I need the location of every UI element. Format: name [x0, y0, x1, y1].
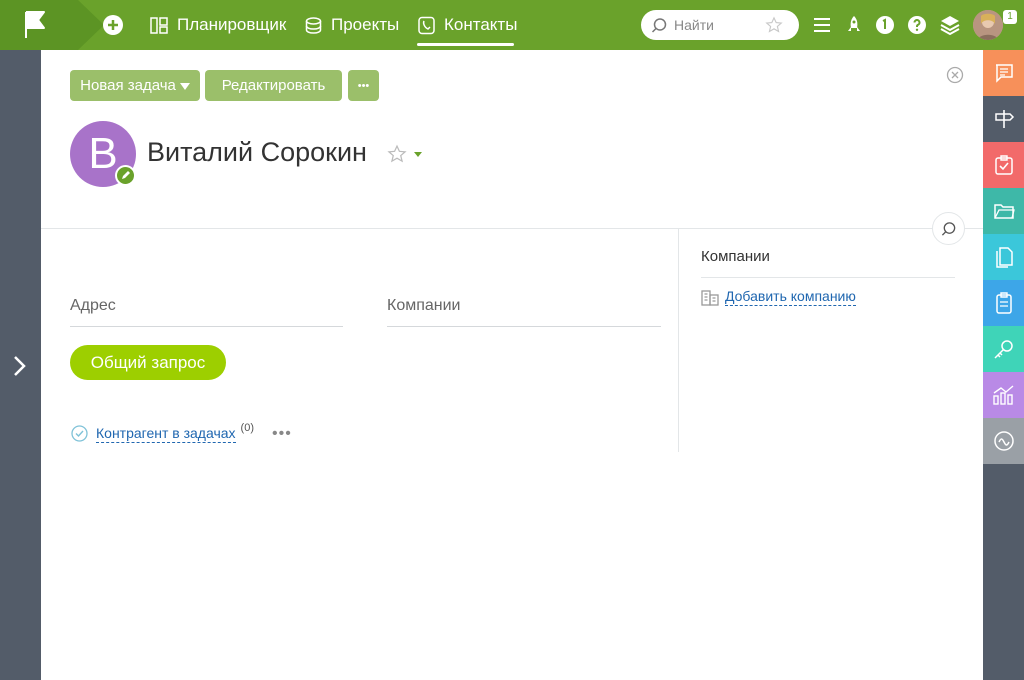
chat-icon: [995, 64, 1013, 83]
address-label: Адрес: [70, 297, 116, 314]
nav-item-planner[interactable]: Планировщик: [150, 0, 286, 50]
new-task-label: Новая задача: [80, 77, 176, 94]
column-divider: [678, 228, 679, 452]
counterparty-more-button[interactable]: •••: [272, 425, 292, 443]
clipboard-icon: [995, 292, 1012, 314]
menu-icon[interactable]: [810, 13, 834, 37]
add-icon[interactable]: [101, 13, 125, 37]
logo[interactable]: [0, 0, 104, 50]
documents-icon: [995, 247, 1013, 268]
side-companies-title: Компании: [701, 248, 770, 265]
add-company-row[interactable]: Добавить компанию: [701, 288, 856, 306]
side-divider: [701, 277, 955, 278]
projects-icon: [305, 16, 322, 34]
caret-down-icon: [179, 82, 190, 90]
nav-label: Проекты: [331, 15, 400, 34]
avatar-initial: В: [88, 129, 118, 178]
active-tab-indicator: [417, 43, 514, 46]
check-circle-icon: [71, 425, 88, 442]
edit-button[interactable]: Редактировать: [205, 70, 342, 101]
wave-icon: [993, 431, 1014, 451]
more-label: •••: [357, 79, 370, 92]
top-bar: Планировщик Проекты Контакты Найти 1: [0, 0, 1024, 50]
planner-icon: [150, 16, 168, 34]
contacts-icon: [418, 16, 435, 34]
counterparty-count: (0): [240, 421, 254, 434]
rail-tab-key[interactable]: [983, 326, 1024, 372]
chevron-right-icon[interactable]: [10, 354, 30, 378]
layers-icon[interactable]: [938, 13, 962, 37]
right-rail: [983, 50, 1024, 680]
more-button[interactable]: •••: [348, 70, 379, 101]
favorite-star-icon[interactable]: [387, 144, 407, 164]
companies-label: Компании: [387, 297, 461, 314]
nav-label: Планировщик: [177, 15, 287, 34]
tasks-icon: [994, 155, 1013, 175]
nav-label: Контакты: [444, 15, 518, 34]
chart-icon: [992, 385, 1013, 405]
rail-tab-clipboard[interactable]: [983, 280, 1024, 326]
search-icon: [941, 222, 956, 236]
edit-avatar-button[interactable]: [115, 165, 136, 186]
rail-tab-documents[interactable]: [983, 234, 1024, 280]
add-company-link[interactable]: Добавить компанию: [725, 288, 856, 306]
counterparty-row: Контрагент в задачах (0) •••: [70, 421, 292, 443]
rocket-icon[interactable]: [842, 13, 866, 37]
rail-tab-wave[interactable]: [983, 418, 1024, 464]
new-task-button[interactable]: Новая задача: [70, 70, 200, 101]
address-field[interactable]: [70, 326, 343, 327]
left-rail[interactable]: [0, 50, 41, 680]
general-request-label: Общий запрос: [90, 352, 206, 372]
star-icon[interactable]: [765, 16, 783, 34]
rail-tab-chat[interactable]: [983, 50, 1024, 96]
rail-tab-chart[interactable]: [983, 372, 1024, 418]
contact-panel: Новая задача Редактировать ••• В Виталий…: [41, 50, 983, 680]
help-icon[interactable]: [905, 13, 929, 37]
counterparty-link[interactable]: Контрагент в задачах: [96, 425, 236, 443]
rail-tab-tasks[interactable]: [983, 142, 1024, 188]
rail-tab-signpost[interactable]: [983, 96, 1024, 142]
rail-tab-folder[interactable]: [983, 188, 1024, 234]
caret-down-icon[interactable]: [413, 151, 423, 159]
field-search-button[interactable]: [932, 212, 965, 245]
notification-badge: 1: [1003, 10, 1017, 24]
user-avatar[interactable]: [973, 10, 1003, 40]
contact-name: Виталий Сорокин: [147, 137, 367, 167]
clock-icon[interactable]: [873, 13, 897, 37]
general-request-button[interactable]: Общий запрос: [70, 345, 226, 380]
search-input[interactable]: Найти: [641, 10, 799, 40]
edit-label: Редактировать: [221, 77, 326, 94]
pencil-icon: [122, 171, 130, 179]
search-icon: [651, 18, 667, 33]
signpost-icon: [994, 110, 1014, 128]
companies-field[interactable]: [387, 326, 661, 327]
folder-icon: [993, 204, 1015, 219]
nav-item-projects[interactable]: Проекты: [304, 0, 399, 50]
header-divider: [41, 228, 983, 229]
search-placeholder: Найти: [674, 17, 714, 33]
building-icon: [701, 290, 719, 306]
key-icon: [993, 340, 1013, 359]
close-icon[interactable]: [945, 65, 965, 85]
